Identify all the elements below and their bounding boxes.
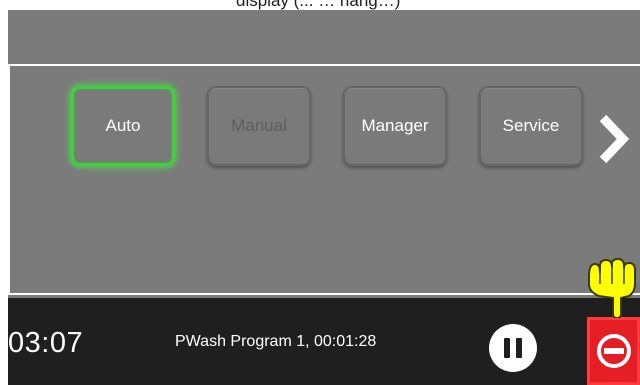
stop-button[interactable] <box>587 317 640 385</box>
pause-icon <box>504 338 510 358</box>
stop-icon <box>597 334 631 368</box>
chevron-right-icon[interactable] <box>595 114 631 164</box>
auto-mode-button[interactable]: Auto <box>71 86 175 166</box>
service-mode-button[interactable]: Service <box>479 86 583 166</box>
header-band <box>8 10 640 65</box>
program-status: PWash Program 1, 00:01:28 <box>175 333 377 350</box>
pause-button[interactable] <box>489 324 537 372</box>
status-bar: 03:07 PWash Program 1, 00:01:28 <box>8 298 640 385</box>
pointing-hand-icon <box>588 258 636 318</box>
hmi-screen: Auto Manual Manager Service 03:07 PWash … <box>8 10 640 385</box>
manual-mode-button[interactable]: Manual <box>207 86 311 166</box>
clock: 03:07 <box>8 327 84 359</box>
pause-icon <box>516 338 522 358</box>
manager-mode-button[interactable]: Manager <box>343 86 447 166</box>
